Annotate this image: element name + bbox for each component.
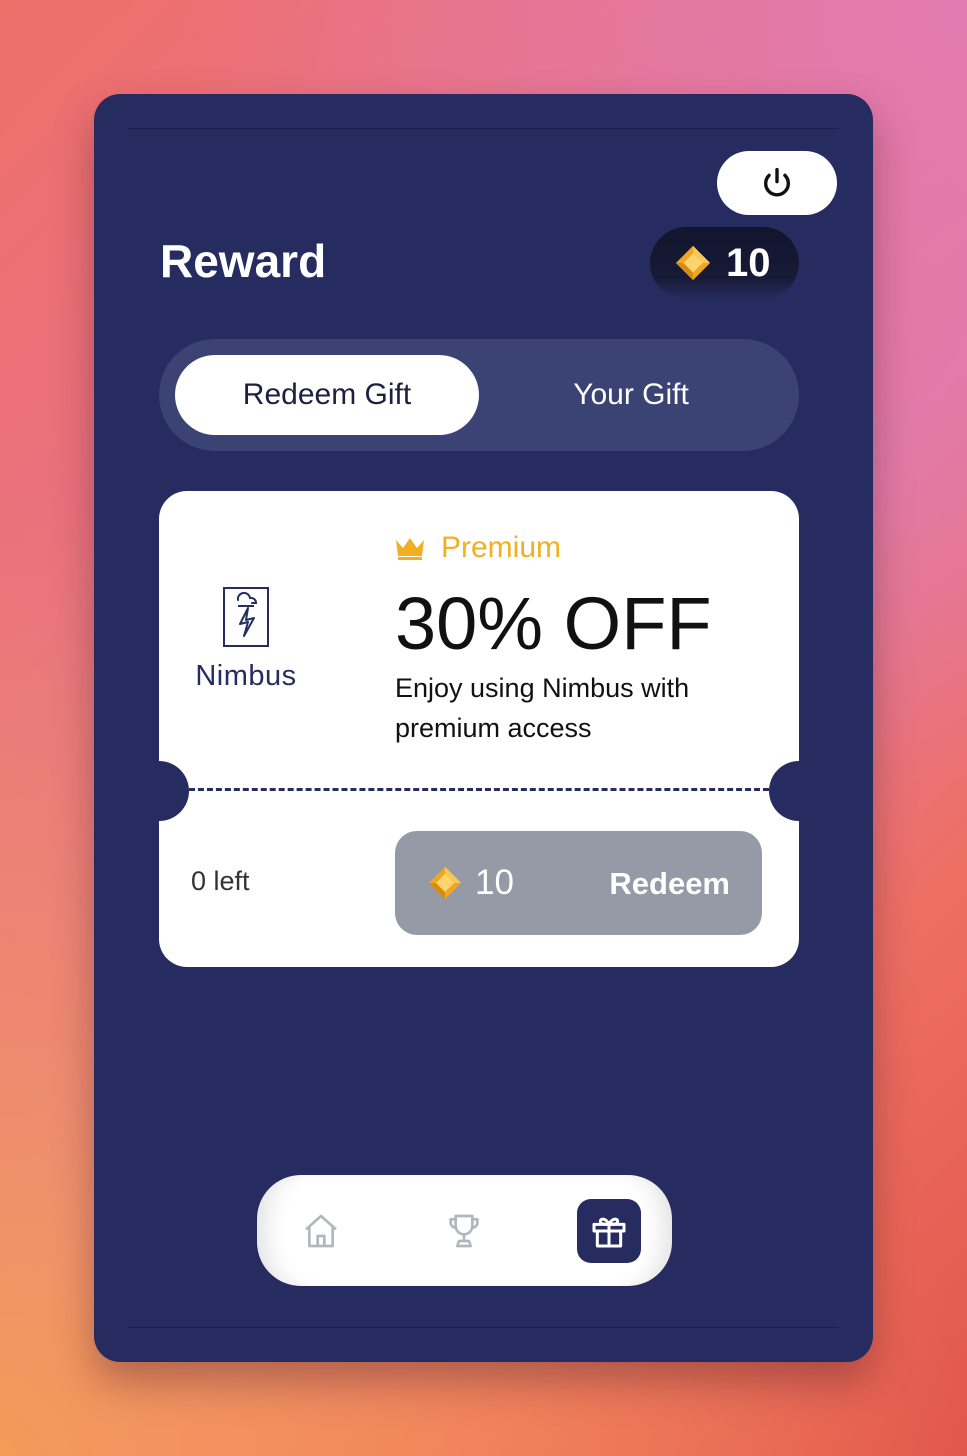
nav-home[interactable] — [289, 1199, 353, 1263]
redeem-cost: 10 — [475, 863, 514, 902]
tier-text: Premium — [441, 531, 562, 564]
nimbus-logo-icon — [223, 587, 269, 647]
coin-balance-value: 10 — [726, 240, 771, 285]
home-icon — [305, 1214, 337, 1248]
brand-logo: Nimbus — [189, 586, 303, 693]
ticket-notch-right — [769, 761, 829, 821]
offer-card: Nimbus Premium 30% OFF Enjoy using Nimbu… — [159, 491, 799, 967]
offer-description: Enjoy using Nimbus with premium access — [395, 673, 690, 743]
tab-redeem-gift[interactable]: Redeem Gift — [175, 355, 479, 435]
brand-name: Nimbus — [195, 660, 297, 692]
ticket-notch-left — [129, 761, 189, 821]
top-divider — [128, 128, 839, 129]
nav-trophy[interactable] — [432, 1199, 496, 1263]
redeem-label: Redeem — [609, 866, 730, 901]
tab-switcher: Redeem Gift Your Gift — [159, 339, 799, 451]
tab-your-gift[interactable]: Your Gift — [479, 355, 783, 435]
app-window: Reward 10 Redeem Gift Your Gift Nimbus P… — [94, 94, 873, 1362]
bottom-divider — [128, 1327, 839, 1328]
power-icon — [764, 167, 790, 197]
power-button[interactable] — [717, 151, 837, 215]
gift-icon — [592, 1217, 626, 1248]
redeem-button[interactable]: 10 Redeem — [395, 831, 762, 935]
offer-headline: 30% OFF — [395, 582, 712, 665]
bottom-nav — [257, 1175, 672, 1286]
page-title: Reward — [160, 235, 327, 287]
gem-icon — [428, 866, 462, 900]
tier-label: Premium — [395, 531, 561, 565]
coin-balance-badge: 10 — [650, 227, 799, 299]
trophy-icon — [449, 1214, 479, 1248]
gem-icon — [675, 245, 711, 281]
crown-icon — [396, 538, 424, 560]
nav-gift[interactable] — [577, 1199, 641, 1263]
remaining-count: 0 left — [191, 866, 250, 896]
ticket-divider — [189, 788, 769, 791]
